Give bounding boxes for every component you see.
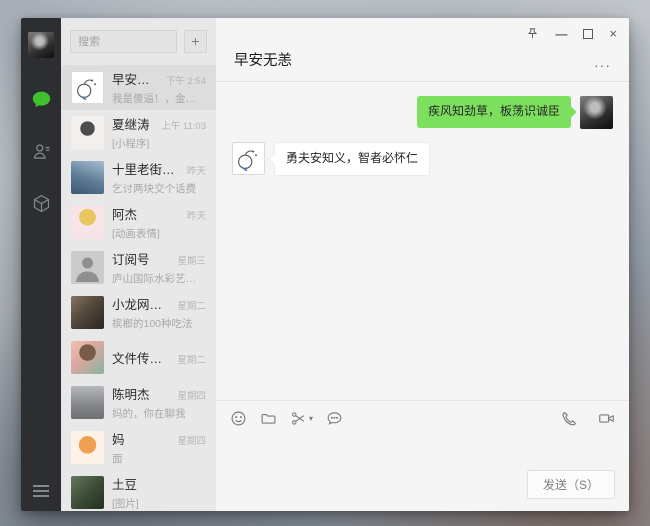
user-avatar[interactable] bbox=[28, 32, 54, 58]
chevron-down-icon: ▾ bbox=[309, 414, 313, 423]
message-bubble: 疾风知劲草，板荡识诚臣 bbox=[417, 96, 571, 128]
avatar bbox=[71, 206, 104, 239]
chat-time: 星期四 bbox=[172, 433, 206, 447]
emoji-icon bbox=[230, 410, 247, 427]
contacts-tab[interactable] bbox=[30, 140, 52, 162]
chat-preview: 妈的，你在聊我 bbox=[112, 406, 206, 421]
message-row-outgoing: 疾风知劲草，板荡识诚臣 bbox=[232, 96, 613, 129]
pin-button[interactable] bbox=[526, 27, 539, 40]
chat-name: 夏继涛 bbox=[112, 114, 150, 133]
minimize-button[interactable]: — bbox=[555, 28, 567, 40]
emoji-button[interactable] bbox=[230, 410, 247, 427]
chat-name: 土豆 bbox=[112, 474, 137, 493]
avatar bbox=[71, 476, 104, 509]
collections-tab[interactable] bbox=[30, 192, 52, 214]
sender-avatar[interactable] bbox=[232, 142, 265, 175]
chat-time: 昨天 bbox=[182, 208, 206, 222]
chat-time: 昨天 bbox=[182, 163, 206, 177]
chat-bubble-icon bbox=[31, 89, 52, 110]
chat-item[interactable]: 早安无恙下午 2:54 我是傻逼！，金少凯 bbox=[61, 65, 216, 110]
chat-preview: 我是傻逼！，金少凯 bbox=[112, 91, 206, 106]
chat-time: 上午 11:03 bbox=[156, 118, 206, 132]
folder-icon bbox=[260, 410, 277, 427]
chat-item[interactable]: 土豆 [图片] bbox=[61, 470, 216, 511]
pin-icon bbox=[526, 27, 539, 40]
video-call-icon bbox=[598, 410, 615, 427]
chat-item[interactable]: 订阅号 星期三 庐山国际水彩艺术节. bbox=[61, 245, 216, 290]
search-input[interactable] bbox=[70, 30, 177, 53]
chat-name: 早安无恙 bbox=[112, 69, 161, 88]
chat-name: 文件传输助手 bbox=[112, 348, 172, 367]
avatar bbox=[71, 296, 104, 329]
screenshot-button[interactable]: ▾ bbox=[290, 410, 313, 427]
chat-preview: 庐山国际水彩艺术节. bbox=[112, 271, 206, 286]
chat-pane: — × 早安无恙 ··· 疾风知劲草，板荡识诚臣 bbox=[216, 18, 629, 511]
chat-time: 下午 2:54 bbox=[161, 73, 206, 87]
chat-name: 妈 bbox=[112, 429, 125, 448]
window-controls: — × bbox=[526, 27, 617, 40]
compose-toolbar: ▾ bbox=[216, 401, 629, 435]
chat-time: 星期四 bbox=[172, 388, 206, 402]
chat-preview: 面 bbox=[112, 451, 206, 466]
chat-name: 陈明杰 bbox=[112, 384, 150, 403]
avatar bbox=[71, 251, 104, 284]
chat-preview: [小程序] bbox=[112, 136, 206, 151]
chat-item[interactable]: 陈明杰 星期四 妈的，你在聊我 bbox=[61, 380, 216, 425]
message-bubble: 勇夫安知义，智者必怀仁 bbox=[274, 142, 430, 176]
cube-icon bbox=[31, 193, 52, 214]
compose-area: ▾ bbox=[216, 400, 629, 511]
message-row-incoming: 勇夫安知义，智者必怀仁 bbox=[232, 142, 613, 176]
scissors-icon bbox=[290, 410, 307, 427]
chat-item[interactable]: 夏继涛上午 11:03 [小程序] bbox=[61, 110, 216, 155]
chat-time: 星期三 bbox=[172, 253, 206, 267]
chat-name: 阿杰 bbox=[112, 204, 137, 223]
more-menu-button[interactable]: ··· bbox=[594, 60, 611, 70]
search-row: + bbox=[61, 18, 216, 65]
avatar bbox=[71, 341, 104, 374]
add-chat-button[interactable]: + bbox=[184, 30, 207, 53]
chat-preview: 乞讨两块交个话费 bbox=[112, 181, 206, 196]
maximize-button[interactable] bbox=[583, 29, 593, 39]
avatar bbox=[71, 116, 104, 149]
chat-history-button[interactable] bbox=[326, 410, 343, 427]
close-button[interactable]: × bbox=[609, 28, 617, 40]
desktop-background: + 早安无恙下午 2:54 我是傻逼！，金少凯 bbox=[0, 0, 650, 526]
chats-tab[interactable] bbox=[30, 88, 52, 110]
chat-item[interactable]: 十里老街秋名山...昨天 乞讨两块交个话费 bbox=[61, 155, 216, 200]
avatar bbox=[71, 71, 104, 104]
chat-history-icon bbox=[326, 410, 343, 427]
chat-name: 订阅号 bbox=[112, 249, 150, 268]
menu-icon[interactable] bbox=[33, 485, 49, 497]
chat-item[interactable]: 阿杰 昨天 [动画表情] bbox=[61, 200, 216, 245]
maximize-icon bbox=[583, 29, 593, 39]
nav-sidebar bbox=[21, 18, 61, 511]
avatar bbox=[71, 431, 104, 464]
chat-time: 星期二 bbox=[172, 352, 206, 366]
chat-item[interactable]: 小龙网食品星期二 槟榔的100种吃法 bbox=[61, 290, 216, 335]
contacts-icon bbox=[31, 141, 52, 162]
sender-avatar[interactable] bbox=[580, 96, 613, 129]
conversation-list: + 早安无恙下午 2:54 我是傻逼！，金少凯 bbox=[61, 18, 216, 511]
avatar bbox=[71, 161, 104, 194]
chat-time: 星期二 bbox=[172, 298, 206, 312]
voice-call-button[interactable] bbox=[561, 410, 578, 427]
send-file-button[interactable] bbox=[260, 410, 277, 427]
chat-preview: 槟榔的100种吃法 bbox=[112, 316, 206, 331]
video-call-button[interactable] bbox=[598, 410, 615, 427]
voice-call-icon bbox=[561, 410, 578, 427]
chat-preview: [图片] bbox=[112, 496, 206, 511]
chat-name: 小龙网食品 bbox=[112, 294, 172, 313]
chat-name: 十里老街秋名山... bbox=[112, 159, 182, 178]
send-button[interactable]: 发送（S） bbox=[527, 470, 615, 499]
chat-preview: [动画表情] bbox=[112, 226, 206, 241]
message-area: 疾风知劲草，板荡识诚臣 勇夫安知义，智者必怀仁 bbox=[216, 82, 629, 400]
chat-item[interactable]: 妈 星期四 面 bbox=[61, 425, 216, 470]
avatar bbox=[71, 386, 104, 419]
chat-item[interactable]: 文件传输助手星期二 bbox=[61, 335, 216, 380]
wechat-window: + 早安无恙下午 2:54 我是傻逼！，金少凯 bbox=[21, 18, 629, 511]
message-input[interactable] bbox=[216, 435, 629, 470]
chat-title: 早安无恙 bbox=[234, 49, 292, 70]
